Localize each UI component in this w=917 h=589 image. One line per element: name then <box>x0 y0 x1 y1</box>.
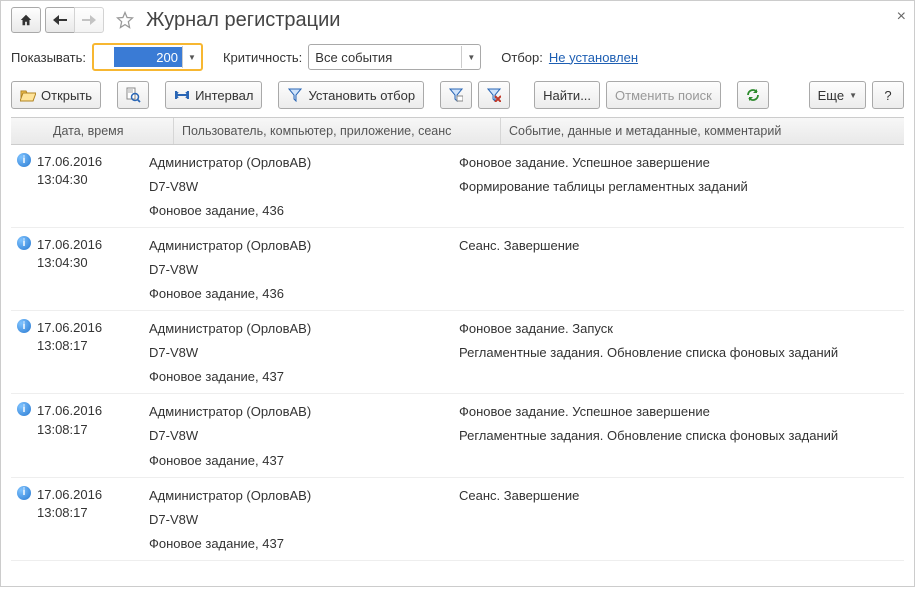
table-header: Дата, время Пользователь, компьютер, при… <box>11 117 904 145</box>
cell-datetime: 17.06.201613:04:30 <box>37 234 149 306</box>
close-button[interactable]: × <box>897 9 906 25</box>
filter-cell-button[interactable] <box>440 81 472 109</box>
chevron-down-icon: ▼ <box>849 91 857 100</box>
help-label: ? <box>884 88 891 103</box>
open-label: Открыть <box>41 88 92 103</box>
table-row[interactable]: i 17.06.201613:04:30Администратор (ОрловА… <box>11 145 904 228</box>
set-filter-label: Установить отбор <box>308 88 415 103</box>
home-button[interactable] <box>11 7 41 33</box>
severity-dropdown[interactable]: ▼ <box>461 46 480 68</box>
set-filter-button[interactable]: Установить отбор <box>278 81 424 109</box>
page-title: Журнал регистрации <box>146 9 340 32</box>
cell-user: Администратор (ОрловАВ)D7-V8WФоновое зад… <box>149 400 459 472</box>
severity-input[interactable] <box>309 50 461 65</box>
table-row[interactable]: i 17.06.201613:04:30Администратор (ОрловА… <box>11 228 904 311</box>
find-in-log-button[interactable] <box>117 81 149 109</box>
open-button[interactable]: Открыть <box>11 81 101 109</box>
cell-datetime: 17.06.201613:08:17 <box>37 317 149 389</box>
filter-label: Отбор: <box>501 50 543 65</box>
col-datetime[interactable]: Дата, время <box>45 118 174 144</box>
cancel-find-label: Отменить поиск <box>615 88 712 103</box>
show-label: Показывать: <box>11 50 86 65</box>
cell-event: Фоновое задание. Успешное завершениеФорм… <box>459 151 904 223</box>
arrow-right-icon <box>81 12 97 28</box>
info-icon: i <box>17 319 31 333</box>
col-user[interactable]: Пользователь, компьютер, приложение, сеа… <box>174 118 501 144</box>
cell-user: Администратор (ОрловАВ)D7-V8WФоновое зад… <box>149 151 459 223</box>
info-icon: i <box>17 236 31 250</box>
more-label: Еще <box>818 88 844 103</box>
interval-label: Интервал <box>195 88 253 103</box>
cell-event: Фоновое задание. Успешное завершениеРегл… <box>459 400 904 472</box>
funnel-icon <box>287 87 303 103</box>
table-body[interactable]: i17.06.201613:04:30Администратор (ОрловА… <box>11 145 904 575</box>
table-row[interactable]: i 17.06.201613:08:17Администратор (ОрловА… <box>11 311 904 394</box>
arrow-left-icon <box>52 12 68 28</box>
find-glass-icon <box>125 87 141 103</box>
cell-user: Администратор (ОрловАВ)D7-V8WФоновое зад… <box>149 317 459 389</box>
filter-row: Показывать: ▼ Критичность: ▼ Отбор: Не у… <box>1 39 914 81</box>
clear-filter-button[interactable] <box>478 81 510 109</box>
find-label: Найти... <box>543 88 591 103</box>
favorite-star-icon[interactable] <box>114 9 136 31</box>
info-icon: i <box>17 402 31 416</box>
interval-button[interactable]: Интервал <box>165 81 262 109</box>
funnel-cell-icon <box>448 87 464 103</box>
severity-label: Критичность: <box>223 50 302 65</box>
more-button[interactable]: Еще ▼ <box>809 81 866 109</box>
show-count-input[interactable] <box>114 47 182 67</box>
home-icon <box>18 12 34 28</box>
severity-select[interactable]: ▼ <box>308 44 481 70</box>
refresh-icon <box>745 87 761 103</box>
cell-datetime: 17.06.201613:08:17 <box>37 400 149 472</box>
filter-link[interactable]: Не установлен <box>549 50 638 65</box>
help-button[interactable]: ? <box>872 81 904 109</box>
toolbar: Открыть Интервал Установить отбор <box>1 81 914 117</box>
cell-user: Администратор (ОрловАВ)D7-V8WФоновое зад… <box>149 484 459 556</box>
cell-event: Сеанс. Завершение <box>459 484 904 556</box>
find-button[interactable]: Найти... <box>534 81 600 109</box>
cell-datetime: 17.06.201613:04:30 <box>37 151 149 223</box>
back-button[interactable] <box>45 7 74 33</box>
forward-button[interactable] <box>74 7 104 33</box>
info-icon: i <box>17 153 31 167</box>
open-folder-icon <box>20 87 36 103</box>
funnel-clear-icon <box>486 87 502 103</box>
cancel-find-button[interactable]: Отменить поиск <box>606 81 721 109</box>
titlebar: Журнал регистрации × <box>1 1 914 39</box>
info-icon: i <box>17 486 31 500</box>
table-row[interactable]: i 17.06.201613:08:17Администратор (ОрловА… <box>11 394 904 477</box>
table-row[interactable]: i 17.06.201613:08:17Администратор (ОрловА… <box>11 478 904 561</box>
cell-event: Сеанс. Завершение <box>459 234 904 306</box>
show-count-field[interactable]: ▼ <box>92 43 203 71</box>
cell-datetime: 17.06.201613:08:17 <box>37 484 149 556</box>
cell-user: Администратор (ОрловАВ)D7-V8WФоновое зад… <box>149 234 459 306</box>
interval-icon <box>174 87 190 103</box>
cell-event: Фоновое задание. ЗапускРегламентные зада… <box>459 317 904 389</box>
col-event[interactable]: Событие, данные и метаданные, комментари… <box>501 118 904 144</box>
refresh-button[interactable] <box>737 81 769 109</box>
show-count-dropdown[interactable]: ▼ <box>182 46 201 68</box>
